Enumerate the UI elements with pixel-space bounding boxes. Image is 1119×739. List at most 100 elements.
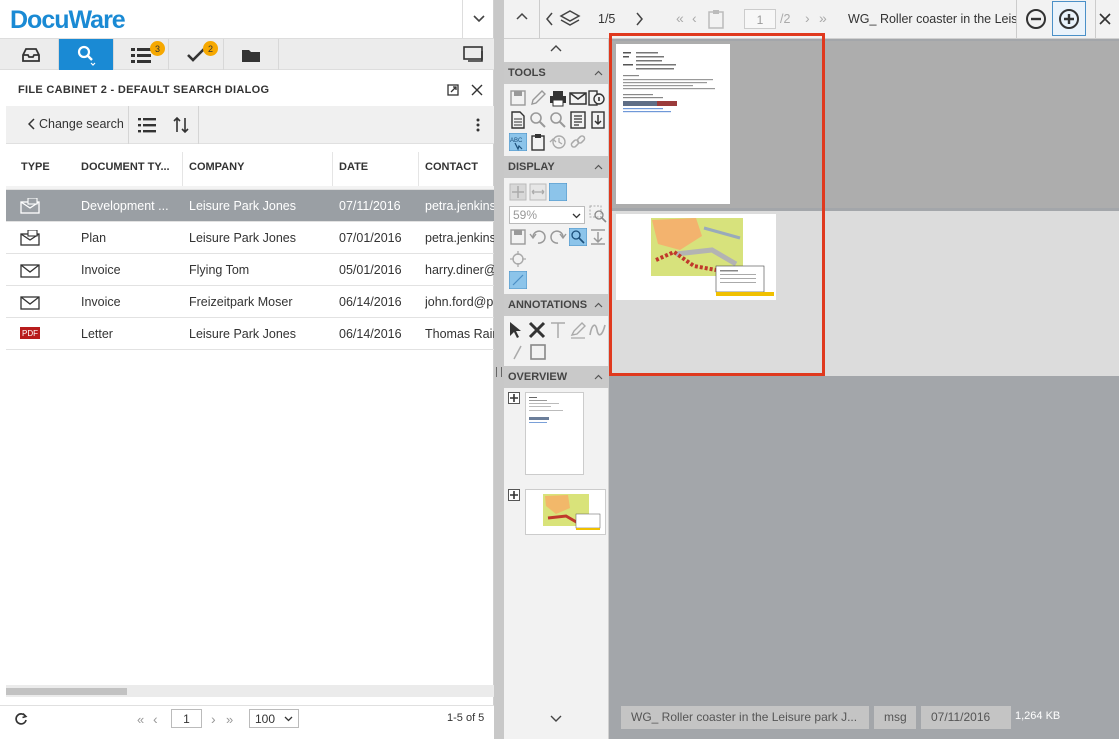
close-dialog-button[interactable] (471, 84, 483, 96)
fit-page-icon[interactable] (509, 183, 527, 201)
scrollbar-thumb[interactable] (6, 688, 127, 695)
last-page-button[interactable]: » (819, 10, 827, 26)
zoom-out-button[interactable] (1025, 8, 1047, 30)
list-icon (131, 47, 151, 63)
history-icon[interactable] (549, 133, 567, 151)
text-annotation-icon[interactable] (549, 321, 567, 339)
pan-tool-icon[interactable] (509, 271, 527, 289)
zoom-in-button[interactable] (1052, 1, 1086, 36)
change-search-button[interactable]: Change search (28, 117, 124, 131)
expand-page-2-button[interactable] (508, 489, 520, 501)
prev-page-button[interactable]: ‹ (692, 10, 697, 26)
annotations-section-header[interactable]: ANNOTATIONS (504, 294, 609, 316)
collapse-panel-button[interactable] (516, 12, 528, 20)
clipboard-button[interactable] (707, 9, 725, 29)
pdf-icon: PDF (20, 326, 40, 340)
save-icon[interactable] (509, 89, 527, 107)
rotate-left-icon[interactable] (529, 228, 547, 246)
link-icon[interactable] (569, 133, 587, 151)
page-size-select[interactable]: 100 (249, 709, 299, 728)
prev-page-button[interactable]: ‹ (153, 711, 158, 727)
highlighter-icon[interactable] (569, 321, 587, 339)
rotate-right-icon[interactable] (549, 228, 567, 246)
cell-document-type: Invoice (81, 295, 121, 309)
chevron-left-icon (28, 118, 35, 130)
more-options-button[interactable] (476, 118, 480, 132)
table-row[interactable]: PDF Letter Leisure Park Jones 06/14/2016 Tho… (6, 318, 494, 350)
footer-document-size: 1,264 KB (1015, 710, 1061, 722)
search-nav-button[interactable] (59, 39, 114, 70)
zoom-select[interactable]: 59% (509, 206, 585, 224)
table-row[interactable]: Invoice Freizeitpark Moser 06/14/2016 john.… (6, 286, 494, 318)
overview-page-1-thumb[interactable] (525, 392, 584, 475)
panel-splitter[interactable] (494, 0, 504, 739)
table-row[interactable]: Invoice Flying Tom 05/01/2016 harry.diner@ (6, 254, 494, 286)
refresh-button[interactable] (14, 712, 28, 726)
actual-size-icon[interactable] (549, 183, 567, 201)
next-page-button[interactable]: › (211, 711, 216, 727)
download-page-icon[interactable] (589, 111, 607, 129)
zoom-area-icon[interactable] (589, 205, 607, 223)
clipboard-icon[interactable] (529, 133, 547, 151)
document-viewer[interactable] (609, 33, 1119, 739)
info-icon[interactable] (587, 89, 605, 107)
scroll-tools-down[interactable] (550, 715, 562, 723)
col-type[interactable]: TYPE (15, 152, 75, 186)
approval-button[interactable]: 2 (169, 39, 224, 70)
display-section-header[interactable]: DISPLAY (504, 156, 609, 178)
delete-annotation-icon[interactable] (528, 321, 546, 339)
sort-button[interactable] (173, 116, 189, 134)
task-list-button[interactable]: 3 (114, 39, 169, 70)
splitter-grip[interactable] (496, 367, 502, 377)
last-page-button[interactable]: » (226, 712, 233, 727)
overview-section-header[interactable]: OVERVIEW (504, 366, 609, 388)
magnifier-tool-icon[interactable] (569, 228, 587, 246)
document-icon[interactable] (509, 111, 527, 129)
freehand-icon[interactable] (589, 321, 607, 339)
prev-document-button[interactable] (546, 12, 554, 26)
col-document-type[interactable]: DOCUMENT TY... (75, 152, 183, 186)
horizontal-scrollbar[interactable] (6, 685, 494, 697)
text-page-icon[interactable] (569, 111, 587, 129)
tools-section-header[interactable]: TOOLS (504, 62, 609, 84)
close-viewer-button[interactable] (1099, 13, 1111, 25)
document-title: WG_ Roller coaster in the Leis (848, 12, 1016, 26)
next-document-button[interactable] (635, 12, 643, 26)
save-view-icon[interactable] (509, 228, 527, 246)
pointer-icon[interactable] (507, 321, 525, 339)
next-page-button[interactable]: › (805, 10, 810, 26)
page-input[interactable]: 1 (171, 709, 202, 728)
pencil-icon[interactable] (529, 89, 547, 107)
panel-menu-chevron[interactable] (462, 0, 494, 38)
table-row[interactable]: Development ... Leisure Park Jones 07/11/2… (6, 190, 494, 222)
crosshair-icon[interactable] (509, 250, 527, 268)
ocr-icon[interactable]: ABC (509, 133, 527, 151)
first-page-button[interactable]: « (676, 10, 684, 26)
print-icon[interactable] (549, 89, 567, 107)
cabinets-button[interactable] (224, 39, 279, 70)
download-icon[interactable] (589, 228, 607, 246)
popout-button[interactable] (447, 84, 459, 96)
toolbar-divider (198, 106, 199, 144)
search-replace-icon[interactable] (549, 111, 567, 129)
scroll-tools-up[interactable] (550, 44, 562, 52)
mail-icon[interactable] (569, 89, 587, 107)
table-row[interactable]: Plan Leisure Park Jones 07/01/2016 petra.je… (6, 222, 494, 254)
plus-icon (510, 491, 518, 499)
document-stack-button[interactable] (559, 9, 581, 29)
col-date[interactable]: DATE (333, 152, 419, 186)
search-icon[interactable] (529, 111, 547, 129)
col-contact[interactable]: CONTACT (419, 152, 494, 186)
fit-width-icon[interactable] (529, 183, 547, 201)
expand-page-1-button[interactable] (508, 392, 520, 404)
tray-button[interactable] (4, 39, 59, 70)
overview-page-2-thumb[interactable] (525, 489, 606, 535)
first-page-button[interactable]: « (137, 712, 144, 727)
rectangle-tool-icon[interactable] (529, 343, 547, 361)
col-company[interactable]: COMPANY (183, 152, 333, 186)
window-layout-button[interactable] (462, 45, 488, 65)
results-footer: « ‹ 1 › » 100 1-5 of 5 (0, 705, 494, 739)
viewer-page-input[interactable]: 1 (744, 9, 776, 29)
line-tool-icon[interactable] (509, 343, 527, 361)
list-view-button[interactable] (137, 116, 157, 134)
